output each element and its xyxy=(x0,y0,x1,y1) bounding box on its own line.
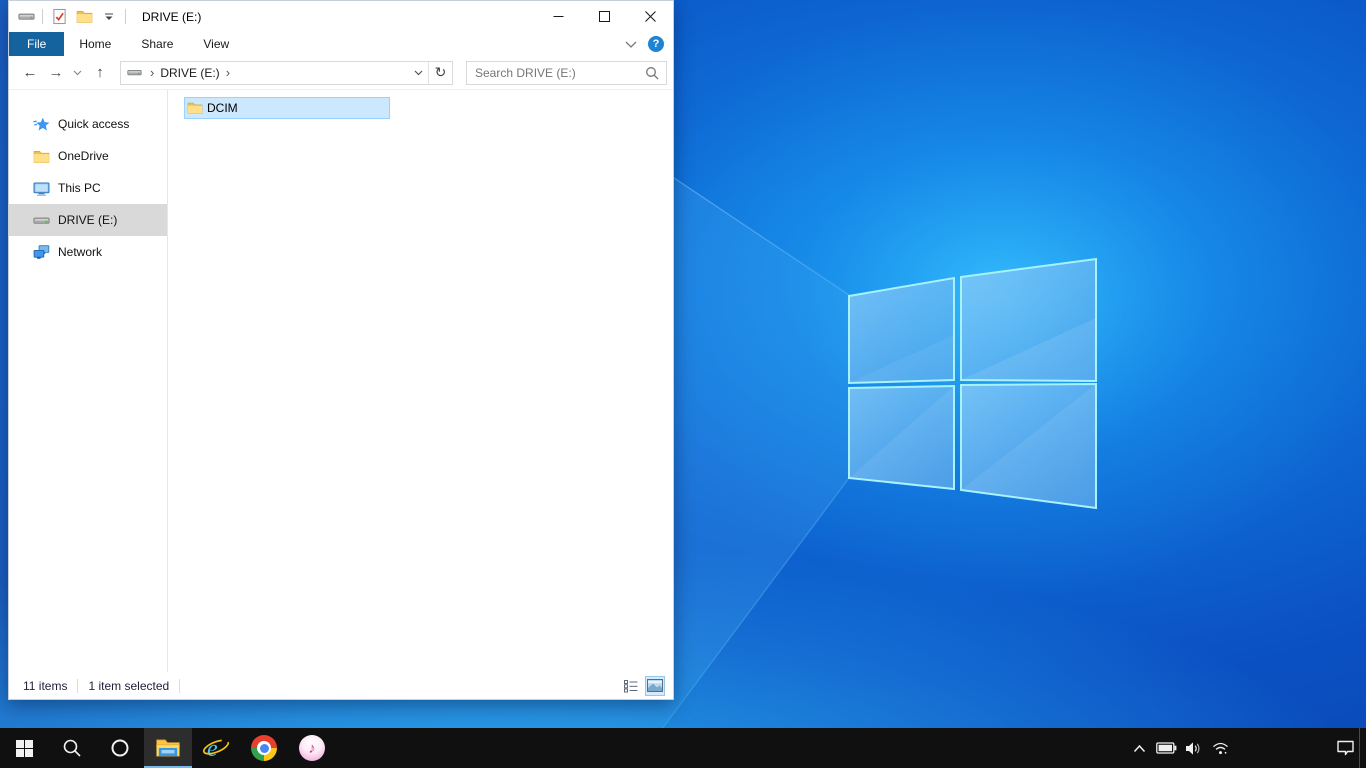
properties-button[interactable] xyxy=(50,8,68,26)
sidebar-item-quick-access[interactable]: Quick access xyxy=(9,108,167,140)
tab-file[interactable]: File xyxy=(9,32,65,56)
music-note-glyph: ♪ xyxy=(308,739,316,757)
drive-icon xyxy=(33,212,50,229)
help-button[interactable]: ? xyxy=(648,36,664,52)
windows-logo-icon xyxy=(15,739,33,757)
customize-qat-chevron-icon[interactable] xyxy=(100,8,118,26)
cortana-circle-icon xyxy=(111,739,129,757)
up-button[interactable]: ↑ xyxy=(87,65,113,80)
breadcrumb-separator-icon: › xyxy=(150,65,155,80)
status-separator xyxy=(77,678,79,693)
file-name: DCIM xyxy=(207,101,238,115)
itunes-taskbar-button[interactable]: ♪ xyxy=(288,728,336,768)
quick-access-toolbar: DRIVE (E:) xyxy=(9,8,201,26)
new-folder-button[interactable] xyxy=(75,8,93,26)
ribbon-tabs: File Home Share View ? xyxy=(9,32,673,56)
volume-icon[interactable] xyxy=(1180,728,1207,768)
desktop: DRIVE (E:) File Home Share View ? ← → ↑ … xyxy=(0,0,1366,768)
tray-empty-area xyxy=(1234,728,1332,768)
folder-icon xyxy=(33,148,50,165)
taskbar: e ♪ xyxy=(0,728,1366,768)
cortana-button[interactable] xyxy=(96,728,144,768)
file-explorer-taskbar-button[interactable] xyxy=(144,728,192,768)
recent-locations-chevron-icon[interactable] xyxy=(69,70,85,76)
start-button[interactable] xyxy=(0,728,48,768)
network-icon xyxy=(33,244,50,261)
taskbar-search-button[interactable] xyxy=(48,728,96,768)
search-box xyxy=(466,60,667,85)
battery-icon[interactable] xyxy=(1153,728,1180,768)
tab-home[interactable]: Home xyxy=(64,32,126,56)
sidebar-item-onedrive[interactable]: OneDrive xyxy=(9,140,167,172)
breadcrumb-drive[interactable]: DRIVE (E:) xyxy=(158,66,221,80)
forward-button[interactable]: → xyxy=(43,65,69,80)
file-item-dcim[interactable]: DCIM xyxy=(184,97,390,119)
quick-access-star-icon xyxy=(33,116,50,133)
large-icons-view-button[interactable] xyxy=(645,675,665,696)
file-explorer-window: DRIVE (E:) File Home Share View ? ← → ↑ … xyxy=(8,0,674,700)
back-button[interactable]: ← xyxy=(17,65,43,80)
sidebar-item-label: Quick access xyxy=(58,117,130,131)
address-drive-icon xyxy=(127,65,142,80)
chrome-taskbar-button[interactable] xyxy=(240,728,288,768)
hidden-icons-chevron-icon[interactable] xyxy=(1126,728,1153,768)
show-desktop-button[interactable] xyxy=(1359,728,1366,768)
address-dropdown-chevron-icon[interactable] xyxy=(408,62,428,84)
address-bar[interactable]: › DRIVE (E:) › ↻ xyxy=(120,60,453,85)
maximize-button[interactable] xyxy=(581,1,627,32)
expand-ribbon-chevron-icon[interactable] xyxy=(625,37,637,51)
tab-view[interactable]: View xyxy=(188,32,244,56)
sidebar-item-label: Network xyxy=(58,245,103,259)
internet-explorer-icon: e xyxy=(202,736,230,762)
itunes-icon: ♪ xyxy=(299,735,325,761)
toolbar-separator xyxy=(125,9,126,24)
status-separator xyxy=(179,678,181,693)
file-list[interactable]: DCIM xyxy=(168,90,673,672)
minimize-button[interactable] xyxy=(535,1,581,32)
navigation-bar: ← → ↑ › DRIVE (E:) › ↻ xyxy=(9,56,673,90)
search-icon xyxy=(63,739,81,757)
sidebar-item-label: DRIVE (E:) xyxy=(58,213,118,227)
file-explorer-icon xyxy=(155,735,181,761)
close-button[interactable] xyxy=(627,1,673,32)
window-title: DRIVE (E:) xyxy=(142,9,202,24)
search-icon[interactable] xyxy=(645,66,659,80)
tab-share[interactable]: Share xyxy=(126,32,188,56)
folder-icon xyxy=(187,100,203,116)
sidebar-item-network[interactable]: Network xyxy=(9,236,167,268)
system-tray xyxy=(1126,728,1366,768)
caption-buttons xyxy=(535,1,673,32)
selection-count: 1 item selected xyxy=(88,678,170,693)
sidebar-item-this-pc[interactable]: This PC xyxy=(9,172,167,204)
sidebar-item-label: OneDrive xyxy=(58,149,109,163)
sidebar-item-drive-e[interactable]: DRIVE (E:) xyxy=(9,204,167,236)
search-input[interactable] xyxy=(467,64,645,81)
title-bar[interactable]: DRIVE (E:) xyxy=(9,1,673,32)
drive-icon xyxy=(17,8,35,26)
refresh-button[interactable]: ↻ xyxy=(428,61,452,84)
items-count: 11 items xyxy=(23,678,68,693)
navigation-pane: Quick access OneDrive This PC DRIVE (E:) xyxy=(9,90,168,672)
svg-text:e: e xyxy=(207,736,218,762)
details-view-button[interactable] xyxy=(621,676,641,696)
status-bar: 11 items 1 item selected xyxy=(9,672,673,699)
this-pc-monitor-icon xyxy=(33,180,50,197)
action-center-button[interactable] xyxy=(1332,728,1359,768)
wifi-icon[interactable] xyxy=(1207,728,1234,768)
breadcrumb-separator-icon: › xyxy=(225,65,231,80)
toolbar-separator xyxy=(42,9,43,24)
sidebar-item-label: This PC xyxy=(58,181,101,195)
chrome-icon xyxy=(251,735,277,761)
internet-explorer-taskbar-button[interactable]: e xyxy=(192,728,240,768)
